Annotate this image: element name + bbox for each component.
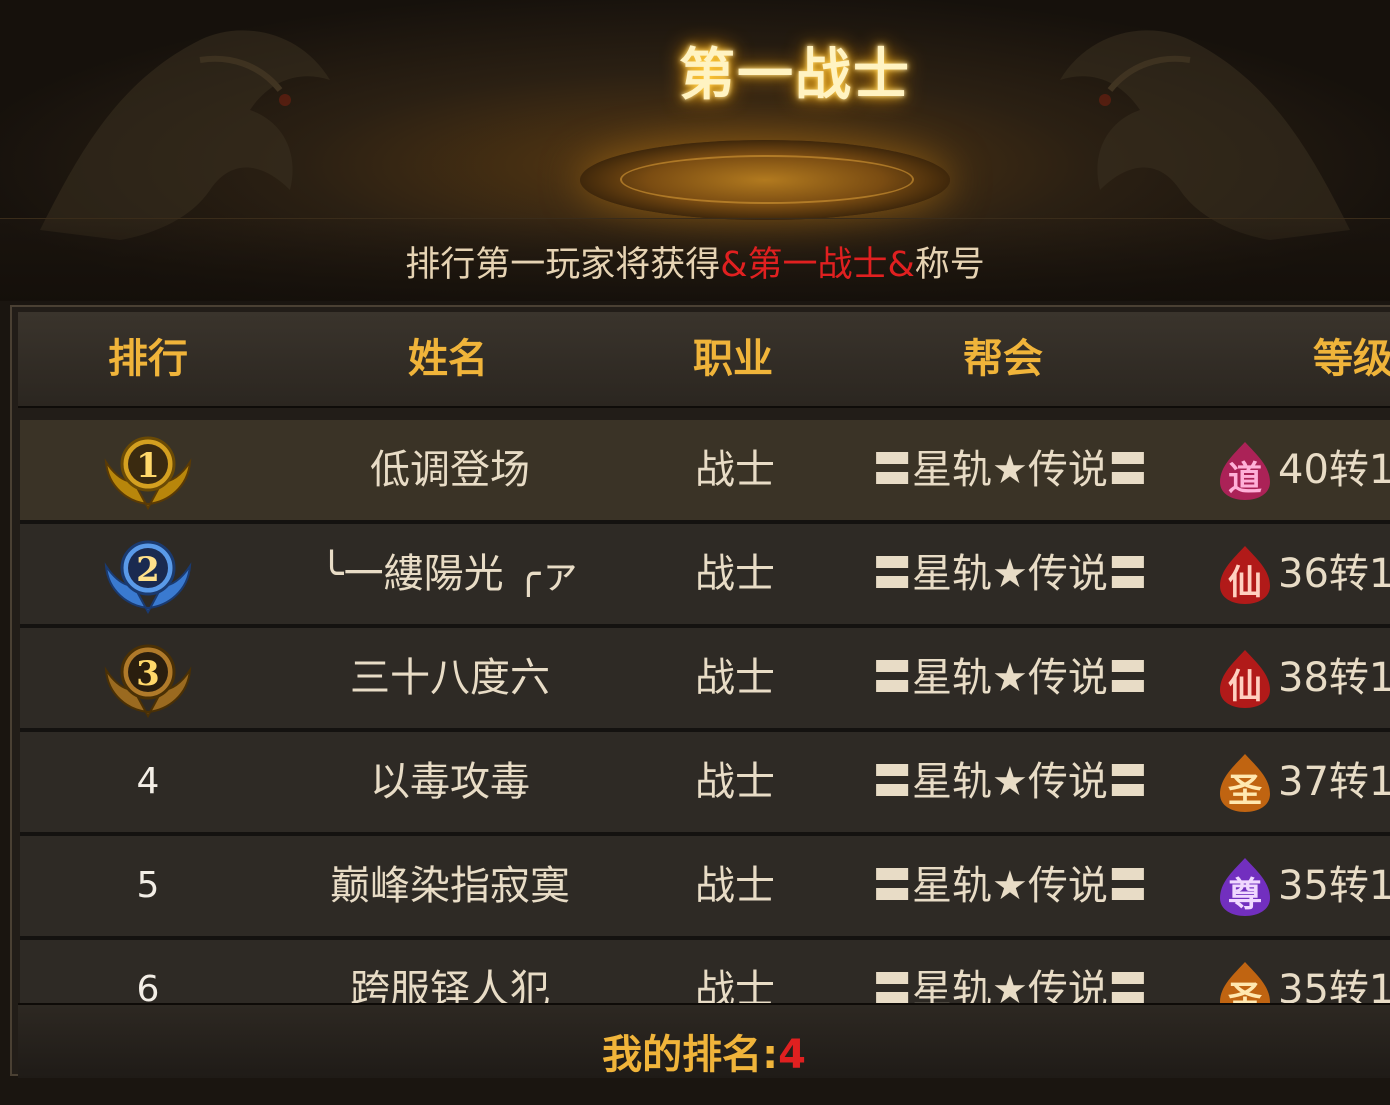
player-guild: 〓星轨★传说〓 [872, 967, 1148, 1003]
gold-medal-icon: 1 [104, 436, 192, 510]
player-level: 36转10 [1278, 551, 1390, 597]
player-class: 战士 [695, 863, 775, 909]
header-guild: 帮会 [963, 336, 1043, 382]
sheng-badge-icon: 圣 [1220, 962, 1270, 1003]
player-guild: 〓星轨★传说〓 [872, 551, 1148, 597]
banner-title: 第一战士 [679, 42, 911, 108]
player-guild: 〓星轨★传说〓 [872, 655, 1148, 701]
subtitle-pre: 排行第一玩家将获得 [405, 245, 721, 285]
player-guild: 〓星轨★传说〓 [872, 759, 1148, 805]
dao-badge-icon: 道 [1220, 442, 1270, 500]
dragon-right-icon [1060, 30, 1350, 240]
my-rank-value: 4 [778, 1032, 806, 1078]
svg-text:仙: 仙 [1228, 667, 1262, 707]
player-name: 三十八度六 [350, 655, 550, 701]
svg-text:尊: 尊 [1228, 875, 1262, 915]
footer: 我的排名:4 [18, 1003, 1390, 1078]
player-guild: 〓星轨★传说〓 [872, 863, 1148, 909]
header-level: 等级 [1313, 336, 1390, 382]
player-level: 40转10 [1278, 447, 1390, 493]
my-rank: 我的排名:4 [18, 1005, 1390, 1105]
player-level: 35转10 [1278, 863, 1390, 909]
player-name: 巅峰染指寂寞 [330, 863, 570, 909]
header-name: 姓名 [408, 336, 488, 382]
xian-badge-icon: 仙 [1220, 546, 1270, 604]
rank-number: 4 [136, 761, 160, 802]
player-class: 战士 [695, 551, 775, 597]
table-row[interactable]: 2 ╰一縷陽光 ╭ァ 战士 〓星轨★传说〓 仙 36转10 [20, 524, 1390, 628]
table-row[interactable]: 3 三十八度六 战士 〓星轨★传说〓 仙 38转10 [20, 628, 1390, 732]
bronze-medal-icon: 3 [104, 644, 192, 718]
svg-text:1: 1 [136, 446, 160, 486]
zun-badge-icon: 尊 [1220, 858, 1270, 916]
header-rank: 排行 [108, 336, 188, 382]
table-row[interactable]: 4 以毒攻毒 战士 〓星轨★传说〓 圣 37转10 [20, 732, 1390, 836]
xian-badge-icon: 仙 [1220, 650, 1270, 708]
svg-text:圣: 圣 [1228, 771, 1262, 811]
player-level: 35转10 [1278, 967, 1390, 1003]
header-class: 职业 [693, 336, 773, 382]
player-level: 37转10 [1278, 759, 1390, 805]
player-class: 战士 [695, 447, 775, 493]
rank-number: 6 [136, 969, 160, 1003]
table-body[interactable]: 1 低调登场 战士 〓星轨★传说〓 道 40转10 2 ╰一縷陽光 ╭ァ 战士 … [20, 420, 1390, 1003]
subtitle-post: 称号 [914, 245, 985, 285]
player-name: ╰一縷陽光 ╭ァ [319, 551, 581, 597]
player-guild: 〓星轨★传说〓 [872, 447, 1148, 493]
sheng-badge-icon: 圣 [1220, 754, 1270, 812]
player-class: 战士 [695, 967, 775, 1003]
my-rank-label: 我的排名: [602, 1032, 779, 1078]
table-row[interactable]: 6 跨服铎人犯 战士 〓星轨★传说〓 圣 35转10 [20, 940, 1390, 1003]
subtitle-highlight: &第一战士& [720, 245, 915, 285]
altar-ring [620, 155, 914, 204]
player-name: 跨服铎人犯 [350, 967, 550, 1003]
player-class: 战士 [695, 759, 775, 805]
player-name: 以毒攻毒 [370, 759, 530, 805]
svg-text:仙: 仙 [1228, 563, 1262, 603]
player-class: 战士 [695, 655, 775, 701]
svg-text:圣: 圣 [1228, 979, 1262, 1003]
player-name: 低调登场 [370, 447, 530, 493]
svg-text:3: 3 [136, 654, 160, 694]
player-level: 38转10 [1278, 655, 1390, 701]
banner-subtitle: 排行第一玩家将获得&第一战士&称号 [0, 236, 1390, 287]
table-row[interactable]: 1 低调登场 战士 〓星轨★传说〓 道 40转10 [20, 420, 1390, 524]
table-header: 排行 姓名 职业 帮会 等级 [18, 312, 1390, 408]
rank-number: 5 [136, 865, 160, 906]
svg-text:道: 道 [1228, 459, 1262, 499]
table-row[interactable]: 5 巅峰染指寂寞 战士 〓星轨★传说〓 尊 35转10 [20, 836, 1390, 940]
dragon-left-icon [40, 30, 330, 240]
svg-text:2: 2 [136, 550, 160, 590]
blue-medal-icon: 2 [104, 540, 192, 614]
